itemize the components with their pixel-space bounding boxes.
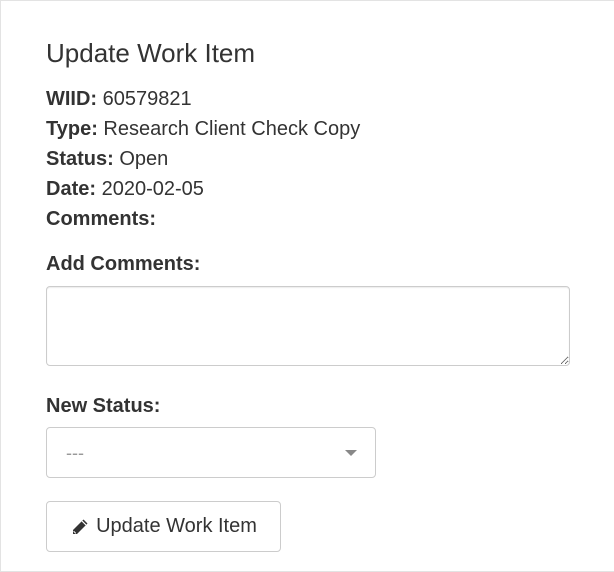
chevron-down-icon <box>345 450 357 456</box>
wiid-field: WIID: 60579821 <box>46 87 192 111</box>
date-value: 2020-02-05 <box>101 178 204 200</box>
type-label: Type: <box>46 118 98 140</box>
type-value: Research Client Check Copy <box>103 118 361 140</box>
status-label: Status: <box>46 148 114 170</box>
work-item-panel: Update Work Item WIID: 60579821 Type: Re… <box>0 0 614 572</box>
comments-field: Comments: <box>46 207 156 231</box>
pencil-icon <box>70 517 90 537</box>
type-field: Type: Research Client Check Copy <box>46 117 360 141</box>
status-value: Open <box>119 148 169 170</box>
add-comments-label: Add Comments: <box>46 253 201 275</box>
new-status-selected-value: --- <box>66 443 84 463</box>
wiid-value: 60579821 <box>102 88 192 110</box>
new-status-label: New Status: <box>46 395 161 417</box>
page-title: Update Work Item <box>46 38 256 68</box>
date-field: Date: 2020-02-05 <box>46 177 204 201</box>
comments-label: Comments: <box>46 208 157 230</box>
date-label: Date: <box>46 178 97 200</box>
update-work-item-button[interactable]: Update Work Item <box>46 501 281 552</box>
add-comments-textarea[interactable] <box>46 286 570 366</box>
new-status-select[interactable]: --- <box>46 427 376 478</box>
update-work-item-button-label: Update Work Item <box>96 515 257 537</box>
status-field: Status: Open <box>46 147 168 171</box>
wiid-label: WIID: <box>46 88 98 110</box>
